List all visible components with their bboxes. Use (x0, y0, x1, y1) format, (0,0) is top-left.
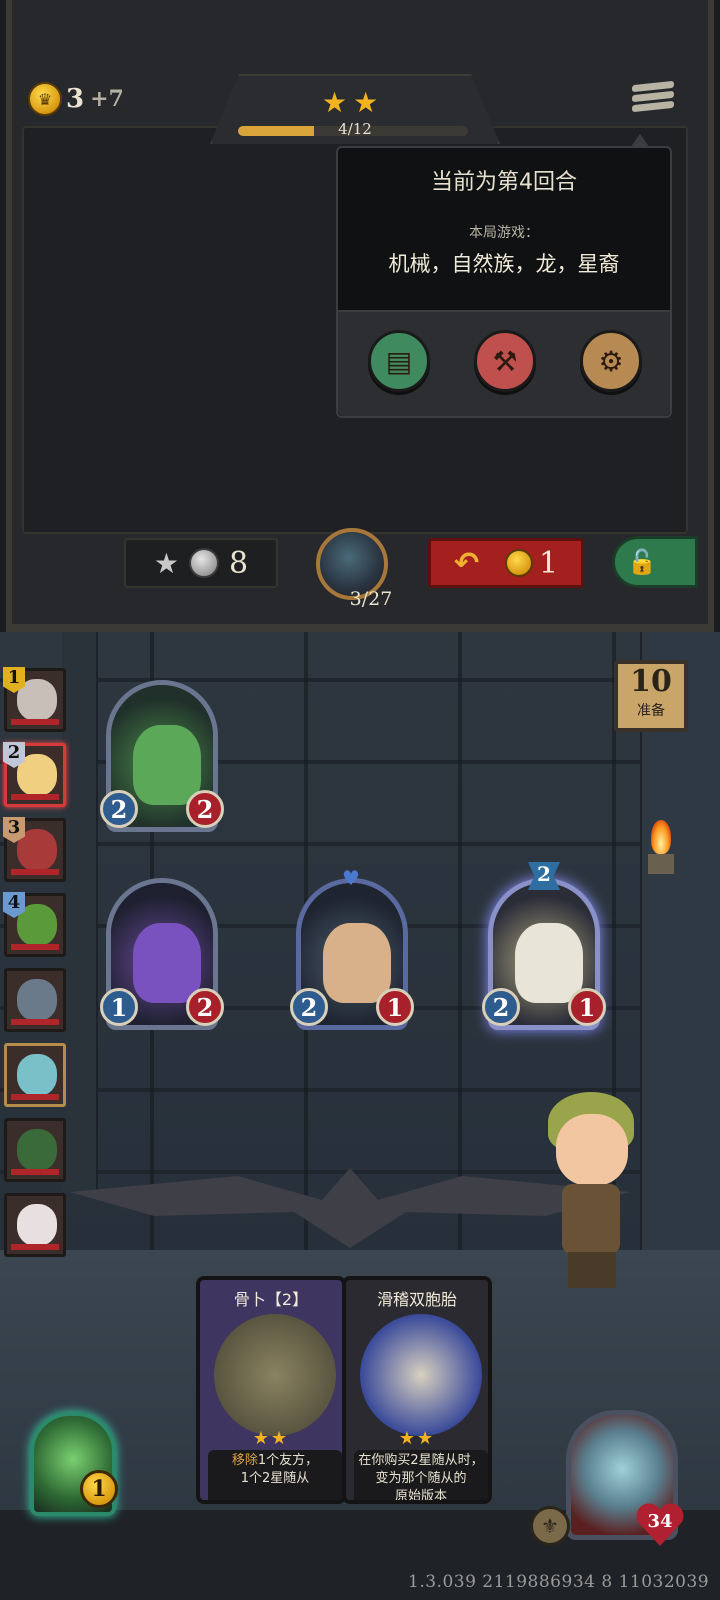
roster-player[interactable]: 4 (3, 892, 66, 957)
upgrade-tavern-button[interactable]: ★ 8 (124, 538, 278, 588)
roster-player[interactable] (4, 968, 66, 1032)
heart-icon: ♥ (342, 866, 360, 890)
card-description: 移除1个友方， 1个2星随从 (208, 1450, 342, 1500)
gold-income: +7 (90, 86, 124, 112)
hand-card[interactable]: 骨卜【2】 ★★ 移除1个友方， 1个2星随从 (196, 1276, 346, 1504)
tavern-tier-stars: ★★ (322, 86, 385, 119)
lock-icon: 🔓 (627, 548, 657, 576)
lock-button[interactable]: 🔓 (612, 536, 698, 588)
minion-purple-dragon[interactable]: 1 2 (100, 878, 224, 1030)
card-title: 骨卜【2】 (233, 1290, 309, 1309)
hand-card[interactable]: 滑稽双胞胎 ★★ 在你购买2星随从时， 变为那个随从的 原始版本 (342, 1276, 492, 1504)
card-stars: ★★ (398, 1428, 436, 1449)
upgrade-cost: 8 (229, 545, 249, 581)
tribes-list: 机械，自然族，龙，星裔 (388, 252, 620, 276)
timer-text: 3/27 (349, 588, 393, 610)
card-title: 滑稽双胞胎 (376, 1290, 457, 1309)
wave-counter: 10 准备 (614, 660, 688, 732)
health-stat: 2 (186, 790, 224, 828)
roster-player[interactable]: 1 (3, 667, 66, 732)
card-art (214, 1314, 336, 1436)
round-text: 当前为第4回合 (431, 170, 577, 195)
attack-stat: 2 (290, 988, 328, 1026)
refresh-icon: ↶ (453, 545, 480, 581)
avatar (17, 1204, 57, 1246)
card-stars: ★★ (252, 1428, 290, 1449)
attack-stat: 1 (100, 988, 138, 1026)
health-stat: 1 (568, 988, 606, 1026)
round-info-popup: 当前为第4回合 本局游戏： 机械，自然族，龙，星裔 ▤ ⚒ ⚙ (336, 134, 672, 418)
avatar (17, 979, 57, 1021)
attack-stat: 2 (100, 790, 138, 828)
roster-player[interactable]: 3 (3, 817, 66, 882)
refresh-button[interactable]: ↶ 1 (428, 538, 584, 588)
gold-counter: ♛ 3 +7 (28, 82, 124, 116)
roster-player[interactable] (4, 1043, 66, 1107)
health-stat: 1 (376, 988, 414, 1026)
crown-coin-icon: ♛ (28, 82, 62, 116)
roster-player[interactable] (4, 1118, 66, 1182)
silver-coin-icon (189, 548, 219, 578)
minion-priestess[interactable]: 2 2 1 (482, 862, 606, 1030)
wave-label: 准备 (637, 703, 665, 719)
tier-progress-text: 4/12 (338, 120, 372, 138)
roster-player[interactable] (4, 1193, 66, 1257)
wave-number: 10 (630, 664, 672, 699)
menu-button[interactable] (632, 80, 674, 120)
torch-icon (646, 820, 676, 880)
health-stat: 2 (186, 988, 224, 1026)
roster-player[interactable]: 2 (3, 742, 66, 807)
version-text: 1.3.039 2119886934 8 11032039 (408, 1572, 710, 1592)
refresh-cost: 1 (538, 545, 559, 581)
avatar (17, 1054, 57, 1096)
star-upgrade-icon: ★ (153, 546, 179, 580)
popup-actions: ▤ ⚒ ⚙ (338, 310, 670, 416)
minion-frog-dragon[interactable]: 2 2 (100, 680, 224, 832)
card-art (360, 1314, 482, 1436)
gear-icon[interactable]: ⚙ (580, 330, 642, 392)
minion-violinist[interactable]: ♥ 2 1 (290, 866, 414, 1030)
game-label: 本局游戏： (469, 225, 539, 241)
avatar (17, 1129, 57, 1171)
tier-progress-fill (238, 126, 314, 136)
book-icon[interactable]: ▤ (368, 330, 430, 392)
hammer-icon[interactable]: ⚒ (474, 330, 536, 392)
bartender-character (540, 1092, 640, 1292)
gold-value: 3 (66, 84, 85, 114)
card-description: 在你购买2星随从时， 变为那个随从的 原始版本 (354, 1450, 488, 1500)
coin-icon (504, 549, 533, 577)
player-roster: 1 2 3 4 (0, 667, 72, 1268)
spell-cost: 1 (80, 1470, 118, 1508)
hero-power-icon[interactable]: ⚜ (530, 1506, 570, 1546)
attack-stat: 2 (482, 988, 520, 1026)
